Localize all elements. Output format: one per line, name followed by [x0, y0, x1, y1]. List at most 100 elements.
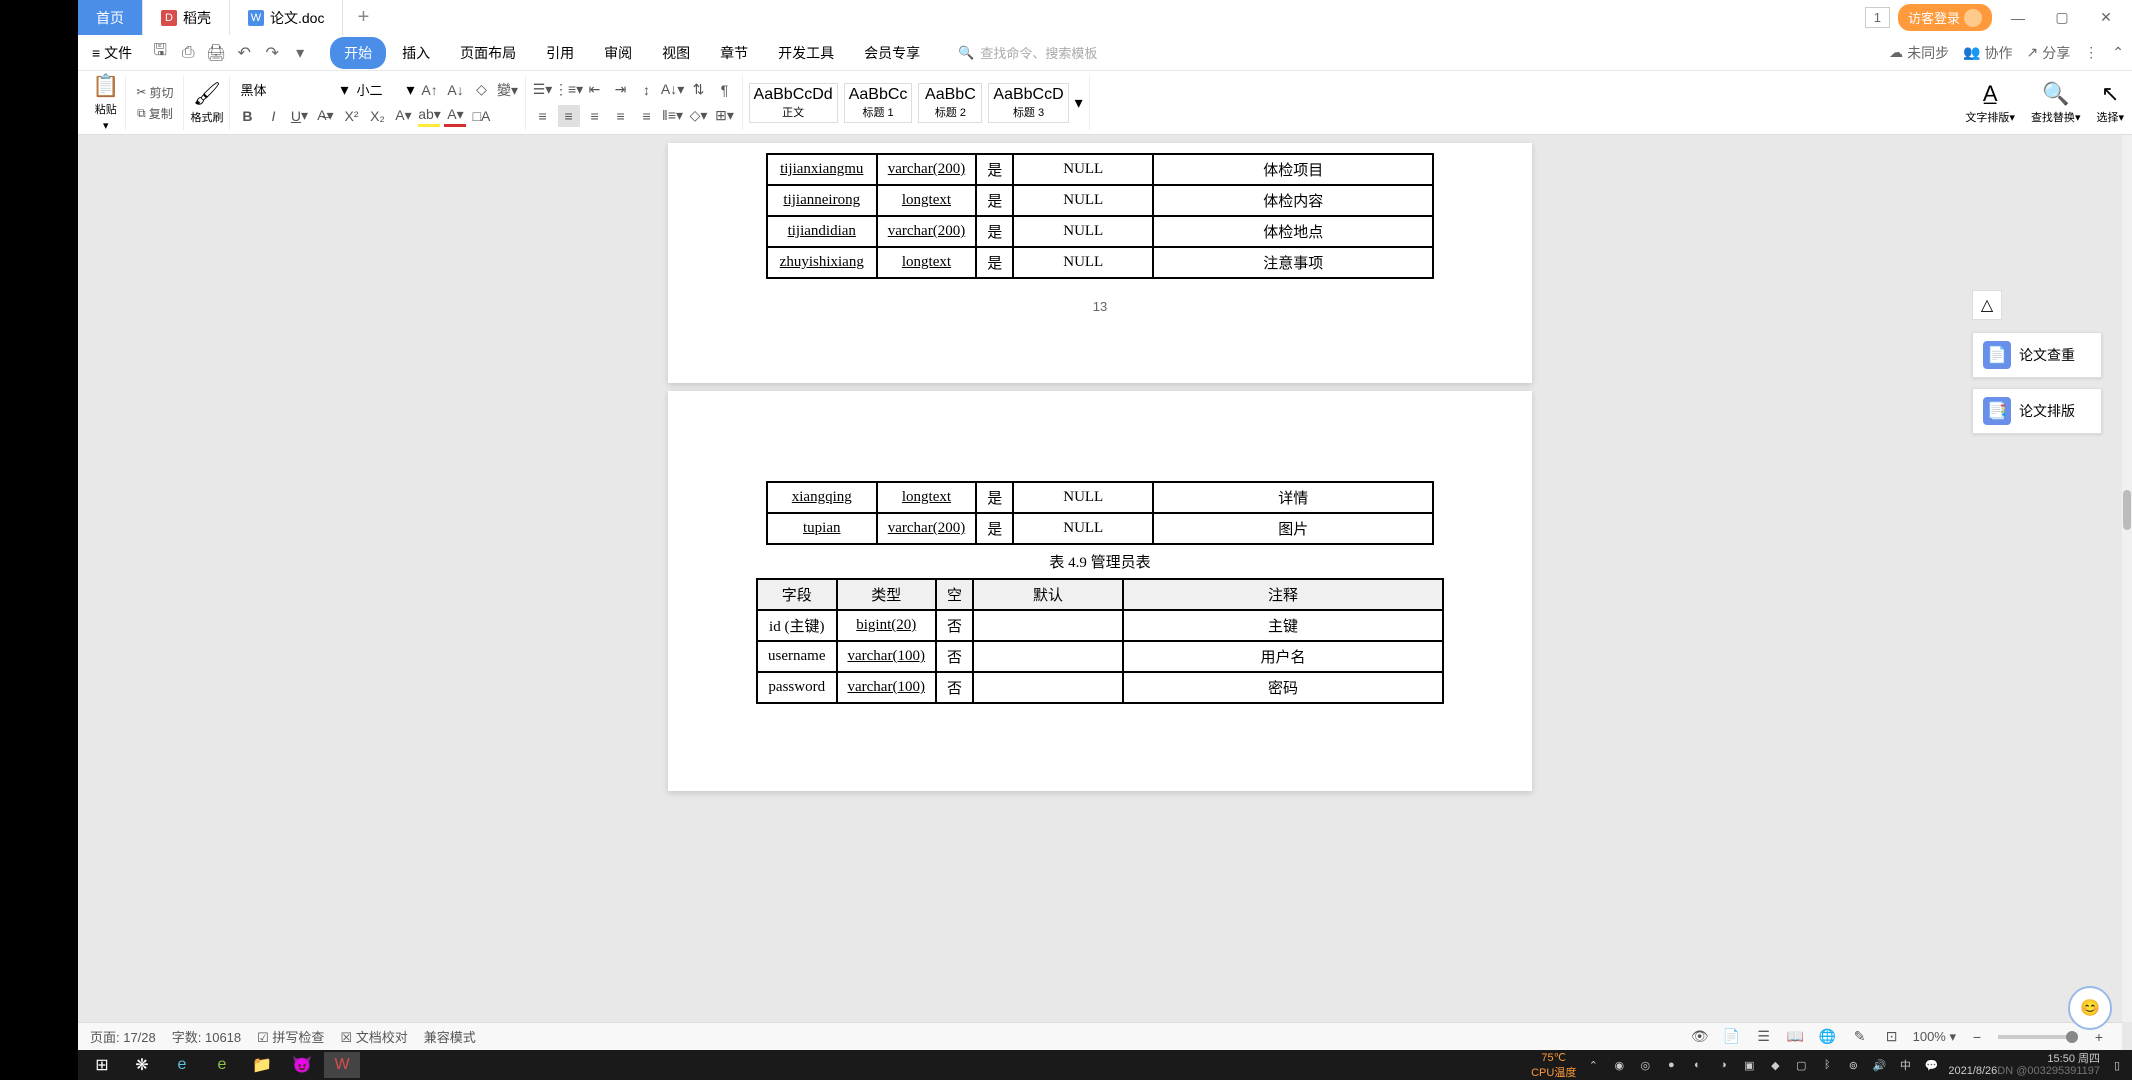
font-color-icon[interactable]: A▾ [444, 105, 466, 127]
style-h2[interactable]: AaBbC标题 2 [918, 83, 982, 123]
format-painter-button[interactable]: 🖌格式刷 [190, 81, 223, 125]
tray-icon[interactable]: ● [1662, 1056, 1680, 1074]
menu-review[interactable]: 审阅 [590, 37, 646, 69]
tray-icon[interactable]: ◐ [1688, 1056, 1706, 1074]
text-layout-button[interactable]: A̲文字排版▾ [1965, 81, 2015, 125]
collab-button[interactable]: 👥 协作 [1963, 43, 2012, 63]
proofread-toggle[interactable]: ☒ 文档校对 [340, 1027, 407, 1046]
document-area[interactable]: tijianxiangmuvarchar(200)是NULL体检项目 tijia… [78, 135, 2122, 1050]
superscript-button[interactable]: X² [340, 105, 362, 127]
spellcheck-toggle[interactable]: ☑ 拼写检查 [257, 1027, 324, 1046]
decrease-indent-icon[interactable]: ⇤ [584, 79, 606, 101]
styles-more-icon[interactable]: ▾ [1075, 93, 1083, 113]
style-h1[interactable]: AaBbCc标题 1 [844, 83, 913, 123]
bold-button[interactable]: B [236, 105, 258, 127]
phonetic-icon[interactable]: 變▾ [497, 79, 519, 101]
page-view-icon[interactable]: 📄 [1721, 1026, 1743, 1048]
border-icon[interactable]: ⊞▾ [714, 105, 736, 127]
collapse-ribbon-icon[interactable]: ⌃ [2112, 44, 2124, 61]
font-select[interactable] [236, 80, 336, 99]
align-right-icon[interactable]: ≡ [584, 105, 606, 127]
eye-icon[interactable]: 👁 [1689, 1026, 1711, 1048]
select-button[interactable]: ↖选择▾ [2096, 81, 2124, 125]
window-number[interactable]: 1 [1865, 7, 1890, 28]
paste-button[interactable]: 📋粘贴▾ [92, 73, 119, 132]
assistant-button[interactable]: 😊 [2068, 986, 2112, 1030]
tab-dock[interactable]: D稻壳 [143, 0, 230, 35]
scrollbar-thumb[interactable] [2123, 490, 2131, 530]
sort-icon[interactable]: ⇅ [688, 79, 710, 101]
menu-references[interactable]: 引用 [532, 37, 588, 69]
cpu-temp[interactable]: 75℃CPU温度 [1531, 1051, 1576, 1080]
preview-icon[interactable]: 🖨 [206, 43, 226, 63]
cut-button[interactable]: ✂ 剪切 [132, 82, 177, 103]
distribute-icon[interactable]: ≡ [636, 105, 658, 127]
more-icon[interactable]: ⋮ [2084, 44, 2098, 61]
tray-up-icon[interactable]: ⌃ [1584, 1056, 1602, 1074]
line-spacing-icon[interactable]: ↕ [636, 79, 658, 101]
ime-icon[interactable]: 中 [1896, 1056, 1914, 1074]
justify-icon[interactable]: ≡ [610, 105, 632, 127]
menu-insert[interactable]: 插入 [388, 37, 444, 69]
number-list-icon[interactable]: ⋮≡▾ [558, 79, 580, 101]
subscript-button[interactable]: X₂ [366, 105, 388, 127]
ie-icon[interactable]: e [164, 1052, 200, 1078]
tray-icon[interactable]: ◑ [1714, 1056, 1732, 1074]
web-view-icon[interactable]: 🌐 [1817, 1026, 1839, 1048]
clear-format-icon[interactable]: ◇ [471, 79, 493, 101]
menu-start[interactable]: 开始 [330, 37, 386, 69]
search-box[interactable]: 🔍 查找命令、搜索模板 [958, 43, 1097, 62]
menu-layout[interactable]: 页面布局 [446, 37, 530, 69]
windows-start-icon[interactable]: ⊞ [84, 1052, 120, 1078]
wifi-icon[interactable]: ⊚ [1844, 1056, 1862, 1074]
tab-document[interactable]: W论文.doc [230, 0, 343, 35]
text-effect-icon[interactable]: A▾ [392, 105, 414, 127]
increase-indent-icon[interactable]: ⇥ [610, 79, 632, 101]
edit-icon[interactable]: ✎ [1849, 1026, 1871, 1048]
login-button[interactable]: 访客登录 [1898, 4, 1992, 31]
volume-icon[interactable]: 🔊 [1870, 1056, 1888, 1074]
undo-icon[interactable]: ↶ [234, 43, 254, 63]
highlight-icon[interactable]: ab▾ [418, 105, 440, 127]
line-height-icon[interactable]: ‖≡▾ [662, 105, 684, 127]
dropdown-icon[interactable]: ▾ [290, 43, 310, 63]
menu-devtools[interactable]: 开发工具 [764, 37, 848, 69]
sync-status[interactable]: ☁ 未同步 [1889, 43, 1949, 63]
vertical-scrollbar[interactable] [2122, 135, 2132, 1022]
zoom-slider[interactable] [1998, 1035, 2078, 1039]
paper-layout-button[interactable]: 📑论文排版 [1972, 388, 2102, 434]
text-direction-icon[interactable]: A↓▾ [662, 79, 684, 101]
tray-icon[interactable]: ▣ [1740, 1056, 1758, 1074]
wps-icon[interactable]: W [324, 1052, 360, 1078]
menu-view[interactable]: 视图 [648, 37, 704, 69]
app-icon[interactable]: 😈 [284, 1052, 320, 1078]
tray-icon[interactable]: ◉ [1610, 1056, 1628, 1074]
fit-icon[interactable]: ⊡ [1881, 1026, 1903, 1048]
zoom-out-icon[interactable]: − [1966, 1026, 1988, 1048]
increase-font-icon[interactable]: A↑ [419, 79, 441, 101]
task-app-icon[interactable]: ❋ [124, 1052, 160, 1078]
reading-view-icon[interactable]: 📖 [1785, 1026, 1807, 1048]
word-count[interactable]: 字数: 10618 [172, 1027, 241, 1046]
action-center-icon[interactable]: ▯ [2108, 1056, 2126, 1074]
share-button[interactable]: ↗ 分享 [2027, 43, 2071, 63]
align-center-icon[interactable]: ≡ [558, 105, 580, 127]
edge-icon[interactable]: e [204, 1052, 240, 1078]
tray-icon[interactable]: ▢ [1792, 1056, 1810, 1074]
file-menu[interactable]: ≡ 文件 [86, 43, 138, 63]
maximize-button[interactable]: ▢ [2044, 3, 2080, 33]
decrease-font-icon[interactable]: A↓ [445, 79, 467, 101]
notification-icon[interactable]: 💬 [1922, 1056, 1940, 1074]
clock[interactable]: 15:50 周四 2021/8/26DN @003295391197 [1948, 1053, 2100, 1077]
minimize-button[interactable]: — [2000, 3, 2036, 33]
print-icon[interactable]: ⎙ [178, 43, 198, 63]
italic-button[interactable]: I [262, 105, 284, 127]
tab-home[interactable]: 首页 [78, 0, 143, 35]
tray-icon[interactable]: ◎ [1636, 1056, 1654, 1074]
tray-icon[interactable]: ◆ [1766, 1056, 1784, 1074]
menu-chapter[interactable]: 章节 [706, 37, 762, 69]
style-h3[interactable]: AaBbCcD标题 3 [988, 83, 1068, 123]
size-select[interactable] [353, 80, 403, 99]
side-toggle-icon[interactable]: △ [1972, 290, 2002, 320]
explorer-icon[interactable]: 📁 [244, 1052, 280, 1078]
